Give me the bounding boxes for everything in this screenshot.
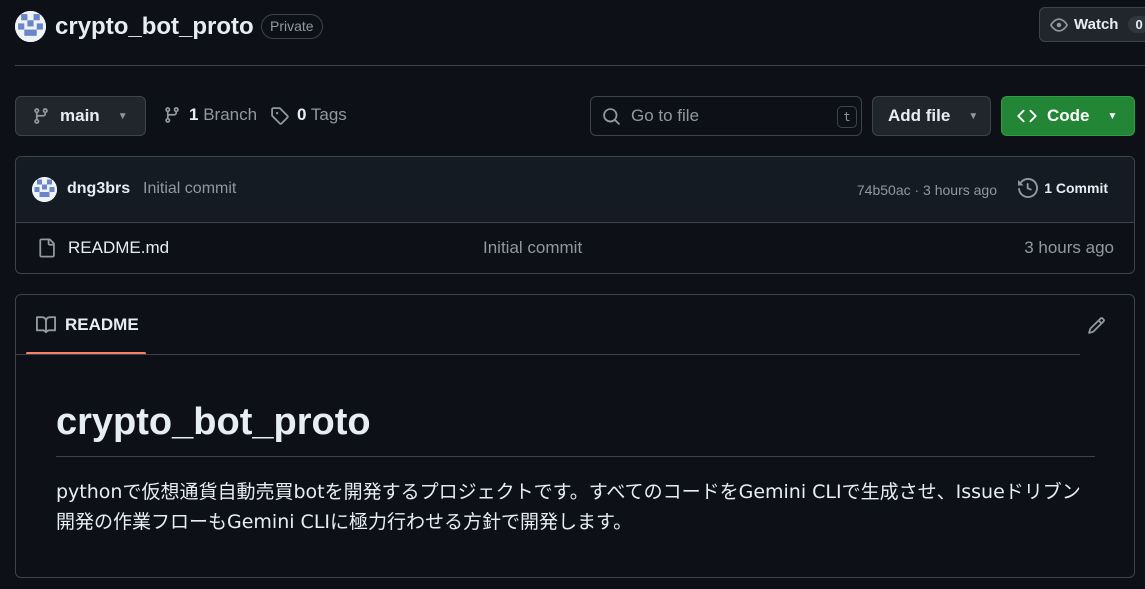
latest-commit-bar: dng3brs Initial commit 74b50ac · 3 hours… — [16, 157, 1134, 223]
add-file-label: Add file — [888, 106, 951, 125]
heading-divider — [56, 456, 1095, 457]
identicon-avatar-icon — [32, 177, 57, 202]
commit-history-link[interactable]: 1 Commit — [1018, 178, 1108, 198]
git-branch-icon — [34, 108, 48, 124]
owner-avatar[interactable] — [15, 11, 46, 42]
code-button[interactable]: Code ▼ — [1001, 96, 1135, 136]
watch-label: Watch — [1074, 16, 1119, 33]
readme-tab-label: README — [65, 315, 139, 334]
header-divider — [15, 65, 1145, 66]
readme-panel: README crypto_bot_proto pythonで仮想通貨自動売買b… — [15, 294, 1135, 578]
go-to-file-search[interactable]: t — [590, 96, 862, 136]
code-icon — [1017, 109, 1037, 123]
watch-count: 0 — [1128, 16, 1145, 33]
chevron-down-icon: ▼ — [117, 110, 128, 122]
search-icon — [603, 107, 620, 125]
visibility-badge: Private — [261, 14, 323, 39]
repo-name[interactable]: crypto_bot_proto — [55, 12, 254, 42]
file-commit-time: 3 hours ago — [1024, 238, 1114, 257]
author-avatar[interactable] — [32, 177, 57, 202]
tag-icon — [271, 106, 289, 125]
commit-sha-time[interactable]: 74b50ac · 3 hours ago — [857, 182, 997, 198]
watch-button[interactable]: Watch 0 — [1039, 7, 1145, 42]
tab-readme[interactable]: README — [36, 315, 139, 335]
branch-name: main — [60, 106, 100, 125]
table-row[interactable]: README.md Initial commit 3 hours ago — [16, 223, 1134, 273]
chevron-down-icon: ▼ — [1107, 110, 1118, 122]
commit-message-link[interactable]: Initial commit — [143, 180, 236, 198]
file-listing: dng3brs Initial commit 74b50ac · 3 hours… — [15, 156, 1135, 274]
identicon-avatar-icon — [15, 11, 46, 42]
file-icon — [37, 238, 56, 258]
chevron-down-icon: ▼ — [968, 110, 979, 122]
branches-link[interactable]: 1 Branch — [163, 105, 257, 125]
file-name-link[interactable]: README.md — [68, 238, 169, 258]
history-icon — [1018, 178, 1039, 198]
branch-count: 1 — [189, 105, 199, 124]
code-label: Code — [1047, 106, 1090, 125]
search-shortcut-key: t — [837, 106, 857, 128]
eye-icon — [1050, 17, 1068, 32]
pencil-icon[interactable] — [1087, 316, 1106, 335]
add-file-button[interactable]: Add file ▼ — [872, 96, 991, 136]
search-input[interactable] — [631, 106, 821, 126]
readme-heading: crypto_bot_proto — [56, 401, 371, 443]
book-icon — [36, 316, 56, 334]
tag-count: 0 — [297, 105, 307, 124]
tag-count-label: Tags — [310, 105, 347, 124]
commit-count-label: 1 Commit — [1044, 180, 1108, 196]
readme-paragraph: pythonで仮想通貨自動売買botを開発するプロジェクトです。すべてのコードを… — [56, 481, 1081, 533]
git-branch-icon — [165, 107, 179, 123]
tags-link[interactable]: 0 Tags — [270, 105, 347, 125]
commit-author-link[interactable]: dng3brs — [67, 180, 130, 198]
branch-count-label: Branch — [203, 105, 258, 124]
file-commit-message-link[interactable]: Initial commit — [483, 238, 582, 258]
branch-selector-button[interactable]: main ▼ — [15, 96, 146, 136]
readme-header-divider — [16, 354, 1080, 355]
